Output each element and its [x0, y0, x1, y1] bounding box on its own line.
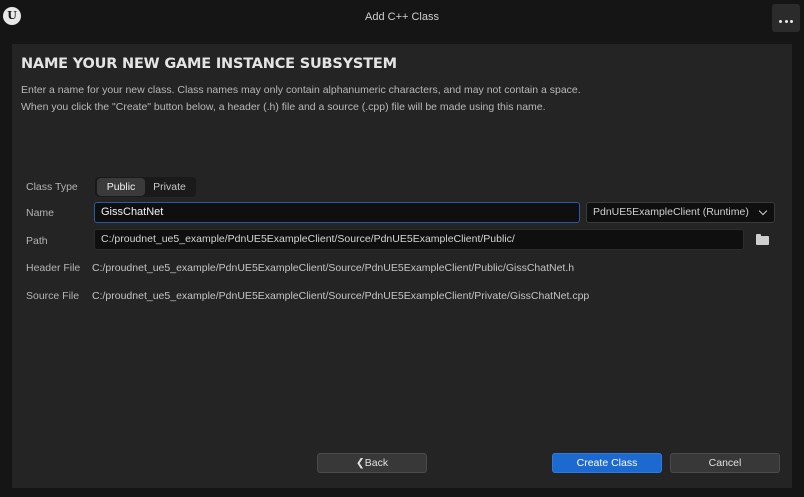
source-file-path: C:/proudnet_ue5_example/PdnUE5ExampleCli…	[92, 290, 590, 302]
class-type-private-option[interactable]: Private	[145, 177, 194, 197]
path-label: Path	[26, 235, 48, 247]
back-button[interactable]: ❮Back	[317, 453, 427, 473]
class-type-public-option[interactable]: Public	[97, 178, 145, 196]
module-dropdown[interactable]: PdnUE5ExampleClient (Runtime)	[586, 202, 775, 223]
header-file-label: Header File	[26, 262, 81, 274]
path-input[interactable]: C:/proudnet_ue5_example/PdnUE5ExampleCli…	[94, 229, 744, 250]
class-name-input[interactable]: GissChatNet	[94, 202, 580, 223]
title-bar: U Add C++ Class	[0, 0, 804, 34]
window-title: Add C++ Class	[365, 11, 439, 23]
page-title: NAME YOUR NEW GAME INSTANCE SUBSYSTEM	[21, 56, 397, 72]
header-file-path: C:/proudnet_ue5_example/PdnUE5ExampleCli…	[92, 262, 575, 274]
cancel-button[interactable]: Cancel	[670, 453, 780, 473]
dialog-panel: NAME YOUR NEW GAME INSTANCE SUBSYSTEM En…	[12, 44, 792, 488]
chevron-down-icon	[758, 206, 768, 216]
class-type-toggle: Public Private	[95, 177, 196, 197]
more-options-button[interactable]	[772, 4, 800, 32]
create-class-button[interactable]: Create Class	[552, 453, 662, 473]
more-dots-icon	[790, 20, 793, 23]
more-dots-icon	[779, 20, 782, 23]
more-dots-icon	[784, 20, 788, 23]
module-dropdown-value: PdnUE5ExampleClient (Runtime)	[593, 206, 749, 218]
source-file-label: Source File	[26, 290, 80, 302]
description-line-1: Enter a name for your new class. Class n…	[21, 84, 581, 96]
name-label: Name	[26, 207, 55, 219]
folder-browse-icon[interactable]	[756, 234, 769, 245]
class-type-label: Class Type	[26, 181, 78, 193]
description-line-2: When you click the "Create" button below…	[21, 101, 546, 113]
